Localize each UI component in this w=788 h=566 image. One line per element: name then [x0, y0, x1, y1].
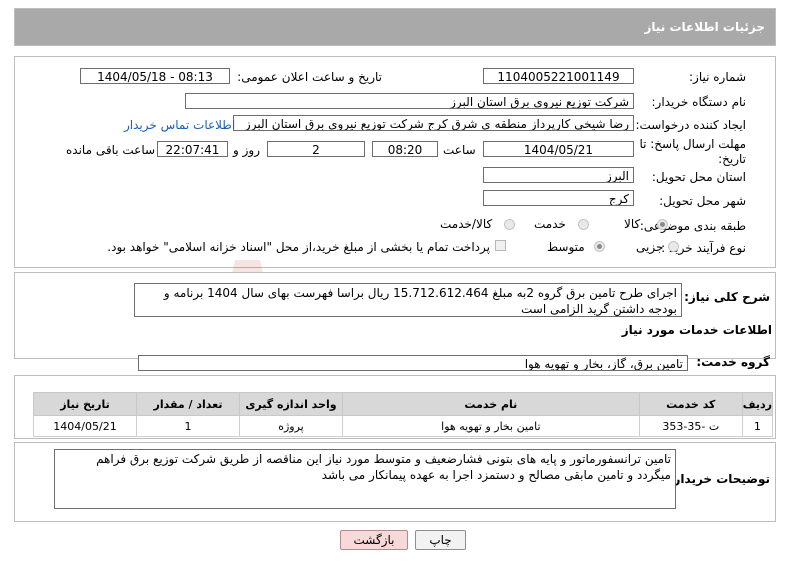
col-service-code: کد خدمت [638, 392, 743, 416]
province-field: البرز [483, 167, 634, 183]
service-group-field: تامین برق، گاز، بخار و تهویه هوا [138, 355, 688, 371]
announce-date-label: تاریخ و ساعت اعلان عمومی: [237, 70, 382, 84]
need-number-field: 1104005221001149 [483, 68, 634, 84]
city-label: شهر محل تحویل: [659, 194, 746, 208]
summary-text: اجرای طرح تامین برق گروه 2به مبلغ 15.712… [134, 283, 682, 317]
remaining-time-field: 22:07:41 [157, 141, 228, 157]
need-number-label: شماره نیاز: [689, 70, 746, 84]
table-row: 1 ت -35-353 تامین بخار و تهویه هوا پروژه… [33, 415, 774, 437]
deadline-label-line1: مهلت ارسال پاسخ: تا [639, 137, 746, 151]
cell-unit: پروژه [238, 415, 343, 437]
category-goods-label: کالا [624, 217, 641, 231]
requester-field: رضا شیخی کارپرداز منطقه ی شرق کرج شرکت ت… [233, 115, 634, 131]
cell-quantity: 1 [136, 415, 240, 437]
cell-service-name: تامین بخار و تهویه هوا [341, 415, 640, 437]
buyer-contact-link[interactable]: اطلاعات تماس خریدار [124, 118, 235, 132]
category-goods-service-radio[interactable] [504, 219, 515, 230]
cell-row-number: 1 [741, 415, 774, 437]
print-button[interactable]: چاپ [415, 530, 466, 550]
deadline-time-field: 08:20 [372, 141, 438, 157]
buyer-notes-label: توضیحات خریدار: [668, 472, 770, 486]
announce-date-field: 1404/05/18 - 08:13 [80, 68, 230, 84]
col-service-name: نام خدمت [341, 392, 640, 416]
category-service-label: خدمت [534, 217, 566, 231]
buyer-notes-text: تامین ترانسفورماتور و پایه های بتونی فشا… [54, 449, 676, 509]
remaining-days-field: 2 [267, 141, 365, 157]
remaining-time-label: ساعت باقی مانده [66, 143, 156, 157]
deadline-time-label: ساعت [443, 143, 476, 157]
cell-need-date: 1404/05/21 [33, 415, 137, 437]
buyer-org-label: نام دستگاه خریدار: [651, 95, 747, 109]
col-row-number: ردیف [741, 392, 774, 416]
deadline-date-field: 1404/05/21 [483, 141, 634, 157]
category-label: طبقه بندی موضوعی: [639, 219, 746, 233]
col-unit: واحد اندازه گیری [238, 392, 343, 416]
remaining-days-label: روز و [233, 143, 260, 157]
services-section-title: اطلاعات خدمات مورد نیاز [621, 323, 772, 337]
category-service-radio[interactable] [578, 219, 589, 230]
table-header-row: ردیف کد خدمت نام خدمت واحد اندازه گیری ت… [33, 392, 774, 416]
services-table: ردیف کد خدمت نام خدمت واحد اندازه گیری ت… [33, 392, 774, 437]
service-group-label: گروه خدمت: [696, 355, 770, 369]
page-header: جزئیات اطلاعات نیاز [14, 8, 776, 46]
province-label: استان محل تحویل: [651, 170, 746, 184]
deadline-label-line2: تاریخ: [718, 152, 746, 166]
col-need-date: تاریخ نیاز [33, 392, 137, 416]
treasury-payment-note: پرداخت تمام یا بخشی از مبلغ خرید،از محل … [107, 240, 490, 254]
process-medium-radio[interactable] [594, 241, 605, 252]
category-goods-radio[interactable] [657, 219, 668, 230]
buyer-org-field: شرکت توزیع نیروی برق استان البرز [185, 93, 634, 109]
city-field: کرج [483, 190, 634, 206]
process-minor-radio[interactable] [668, 241, 679, 252]
requester-label: ایجاد کننده درخواست: [635, 118, 746, 132]
summary-label: شرح کلی نیاز: [684, 290, 770, 304]
col-quantity: تعداد / مقدار [136, 392, 240, 416]
process-medium-label: متوسط [547, 240, 585, 254]
back-button[interactable]: بازگشت [340, 530, 408, 550]
cell-service-code: ت -35-353 [638, 415, 743, 437]
need-info-panel [14, 56, 776, 268]
category-goods-service-label: کالا/خدمت [440, 217, 493, 231]
treasury-payment-checkbox[interactable] [495, 240, 506, 251]
page-title: جزئیات اطلاعات نیاز [644, 20, 765, 34]
process-minor-label: جزیی [636, 240, 664, 254]
